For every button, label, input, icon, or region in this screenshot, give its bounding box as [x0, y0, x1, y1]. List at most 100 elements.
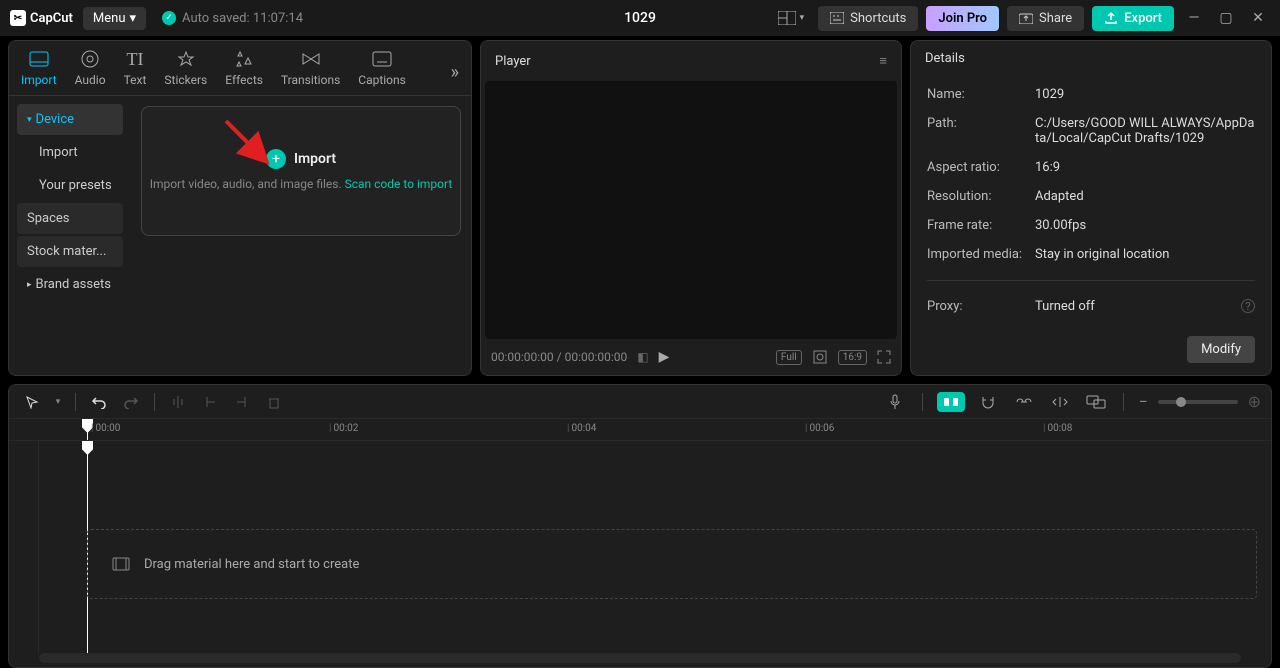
- stickers-icon: [176, 49, 196, 69]
- trim-right-tool[interactable]: [229, 389, 255, 415]
- ratio-button[interactable]: 16:9: [838, 350, 867, 365]
- fullscreen-icon[interactable]: [877, 350, 891, 364]
- transitions-icon: [301, 49, 321, 69]
- effects-icon: [234, 49, 254, 69]
- crop-icon[interactable]: [812, 349, 828, 365]
- drop-hint-text: Drag material here and start to create: [144, 557, 359, 572]
- playhead[interactable]: [87, 419, 88, 440]
- trim-left-tool[interactable]: [197, 389, 223, 415]
- divider: [927, 280, 1255, 281]
- tab-audio[interactable]: Audio: [75, 49, 106, 95]
- maximize-button[interactable]: ▢: [1214, 6, 1238, 30]
- track-sidebar: [9, 441, 39, 653]
- zoom-slider[interactable]: [1158, 400, 1238, 404]
- detail-row-media: Imported media:Stay in original location: [927, 247, 1255, 262]
- sidebar-presets-label: Your presets: [39, 178, 112, 193]
- player-title: Player: [495, 54, 531, 69]
- sidebar-item-stock[interactable]: Stock mater...: [17, 236, 123, 267]
- modify-button[interactable]: Modify: [1187, 336, 1255, 363]
- plus-icon: +: [266, 149, 286, 169]
- track-button[interactable]: [1083, 389, 1109, 415]
- details-header: Details: [911, 41, 1271, 75]
- magnet-button[interactable]: [975, 389, 1001, 415]
- timeline-toolbar: ▾ − ⊕: [9, 385, 1271, 419]
- link-button[interactable]: [1011, 389, 1037, 415]
- timeline-ruler[interactable]: 00:00 00:02 00:04 00:06 00:08: [9, 419, 1271, 441]
- undo-button[interactable]: [86, 389, 112, 415]
- layout-icon: [778, 11, 796, 25]
- media-body: ▾Device Import Your presets Spaces Stock…: [9, 96, 471, 375]
- import-hint-text: Import video, audio, and image files.: [150, 177, 345, 191]
- sidebar-spaces-label: Spaces: [27, 211, 70, 226]
- caret-down-icon: ▾: [27, 115, 32, 125]
- tab-captions-label: Captions: [358, 73, 406, 87]
- menu-button[interactable]: Menu ▾: [83, 7, 146, 30]
- sidebar-stock-label: Stock mater...: [27, 244, 106, 259]
- tab-text-label: Text: [124, 73, 147, 87]
- export-icon: [1104, 11, 1118, 25]
- sidebar-item-brand[interactable]: ▸Brand assets: [17, 269, 123, 300]
- tab-effects-label: Effects: [225, 73, 263, 87]
- separator: [154, 393, 155, 411]
- sidebar-item-device[interactable]: ▾Device: [17, 104, 123, 135]
- timeline-tracks[interactable]: Drag material here and start to create: [9, 441, 1271, 653]
- timeline-drop-hint[interactable]: Drag material here and start to create: [87, 529, 1257, 599]
- tab-effects[interactable]: Effects: [225, 49, 263, 95]
- player-right-icons: Full 16:9: [776, 349, 891, 365]
- tab-transitions-label: Transitions: [281, 73, 340, 87]
- import-title: Import: [294, 151, 336, 167]
- share-icon: [1019, 12, 1033, 24]
- player-menu-icon[interactable]: ≡: [879, 53, 887, 69]
- player-viewport[interactable]: [485, 81, 897, 339]
- detail-row-name: Name:1029: [927, 87, 1255, 102]
- preview-button[interactable]: [1047, 389, 1073, 415]
- close-button[interactable]: ✕: [1246, 6, 1270, 30]
- sidebar-item-import[interactable]: Import: [17, 137, 123, 168]
- mic-button[interactable]: [882, 389, 908, 415]
- share-button[interactable]: Share: [1007, 6, 1084, 31]
- scan-code-link[interactable]: Scan code to import: [345, 177, 453, 191]
- tab-captions[interactable]: Captions: [358, 49, 406, 95]
- delete-tool[interactable]: [261, 389, 287, 415]
- tabs-more-button[interactable]: »: [451, 62, 459, 83]
- layout-button[interactable]: ▾: [772, 7, 811, 29]
- select-tool[interactable]: [19, 389, 45, 415]
- info-icon[interactable]: ?: [1241, 299, 1255, 313]
- aspect-value: 16:9: [1035, 160, 1255, 175]
- import-dropzone[interactable]: + Import Import video, audio, and image …: [141, 106, 461, 236]
- compare-icon[interactable]: ◧: [637, 350, 648, 364]
- split-tool[interactable]: [165, 389, 191, 415]
- player-panel: Player ≡ 00:00:00:00 / 00:00:00:00 ◧ ▶ F…: [480, 40, 902, 376]
- sidebar-item-presets[interactable]: Your presets: [17, 170, 123, 201]
- zoom-out-button[interactable]: −: [1138, 392, 1147, 411]
- export-button[interactable]: Export: [1092, 6, 1174, 31]
- shortcuts-button[interactable]: Shortcuts: [818, 6, 918, 31]
- captions-icon: [372, 49, 392, 69]
- resolution-label: Resolution:: [927, 189, 1035, 204]
- sidebar-item-spaces[interactable]: Spaces: [17, 203, 123, 234]
- ruler-mark: 00:00: [91, 423, 120, 434]
- tab-import[interactable]: Import: [21, 49, 57, 95]
- zoom-in-button[interactable]: ⊕: [1248, 392, 1261, 411]
- shortcuts-label: Shortcuts: [850, 11, 906, 26]
- zoom-slider-thumb[interactable]: [1176, 397, 1186, 407]
- redo-button[interactable]: [118, 389, 144, 415]
- full-button[interactable]: Full: [776, 350, 802, 365]
- app-name: CapCut: [30, 11, 73, 26]
- name-value: 1029: [1035, 87, 1255, 102]
- minimize-button[interactable]: —: [1182, 6, 1206, 30]
- snap-toggle[interactable]: [937, 392, 965, 412]
- timeline-scrollbar[interactable]: [39, 653, 1241, 663]
- select-dropdown[interactable]: ▾: [51, 389, 65, 415]
- tab-transitions[interactable]: Transitions: [281, 49, 340, 95]
- timeline-panel: ▾ − ⊕ 00:00 00:02 00:04 00:06 00:08: [8, 384, 1272, 668]
- chevron-down-icon: ▾: [130, 11, 137, 26]
- title-bar: ✂ CapCut Menu ▾ ✓ Auto saved: 11:07:14 1…: [0, 0, 1280, 36]
- media-value: Stay in original location: [1035, 247, 1255, 262]
- play-button[interactable]: ▶: [659, 349, 670, 365]
- tab-text[interactable]: TI Text: [124, 49, 147, 95]
- name-label: Name:: [927, 87, 1035, 102]
- tab-stickers[interactable]: Stickers: [164, 49, 207, 95]
- join-pro-button[interactable]: Join Pro: [926, 6, 999, 31]
- details-panel: Details Name:1029 Path:C:/Users/GOOD WIL…: [910, 40, 1272, 376]
